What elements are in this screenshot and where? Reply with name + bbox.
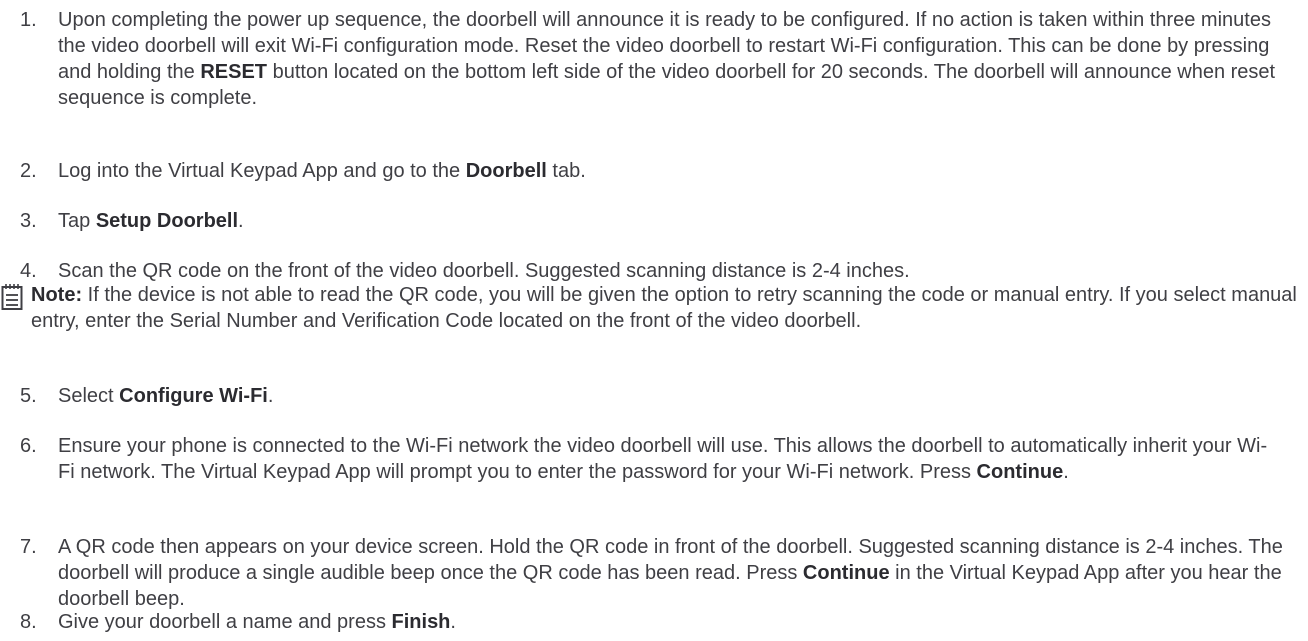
step-number: 5. [20,385,37,407]
step-text: Tap Setup Doorbell. [58,210,244,232]
step-text: Ensure your phone is connected to the Wi… [58,435,1268,483]
step-text: Give your doorbell a name and press Fini… [58,611,456,633]
step-number: 8. [20,611,37,633]
step-text: Select Configure Wi-Fi. [58,385,274,407]
step-number: 2. [20,160,37,182]
step-number: 3. [20,210,37,232]
step-number: 7. [20,536,37,558]
step-text: Upon completing the power up sequence, t… [58,9,1276,109]
step-text: A QR code then appears on your device sc… [58,536,1283,610]
step-text: Log into the Virtual Keypad App and go t… [58,160,586,182]
step-text: Scan the QR code on the front of the vid… [58,260,910,282]
note-label: Note: [31,284,83,306]
step-number: 4. [20,260,37,282]
step-number: 1. [20,9,37,31]
note-icon [1,284,23,310]
note-text: Note: If the device is not able to read … [31,284,1297,332]
step-number: 6. [20,435,37,457]
